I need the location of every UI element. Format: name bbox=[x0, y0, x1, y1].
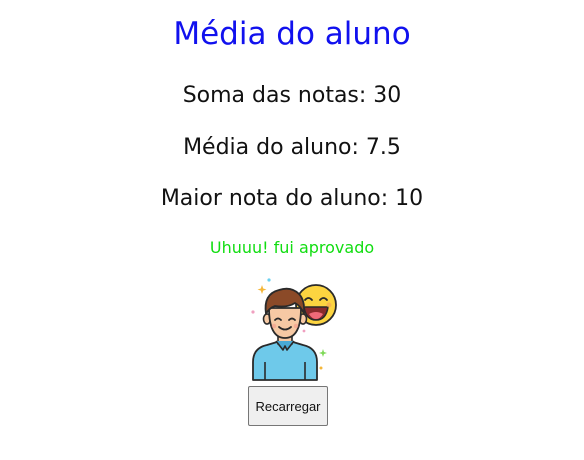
grade-sum-text: Soma das notas: 30 bbox=[182, 83, 402, 108]
approval-status-message: Uhuuu! fui aprovado bbox=[209, 238, 375, 257]
happy-student-icon bbox=[251, 278, 337, 381]
highest-grade-text: Maior nota do aluno: 10 bbox=[160, 186, 424, 211]
reload-button[interactable]: Recarregar bbox=[248, 386, 328, 426]
page-title: Média do aluno bbox=[173, 16, 411, 52]
grade-average-text: Média do aluno: 7.5 bbox=[183, 135, 401, 160]
student-average-page: Média do aluno Soma das notas: 30 Média … bbox=[0, 0, 584, 460]
